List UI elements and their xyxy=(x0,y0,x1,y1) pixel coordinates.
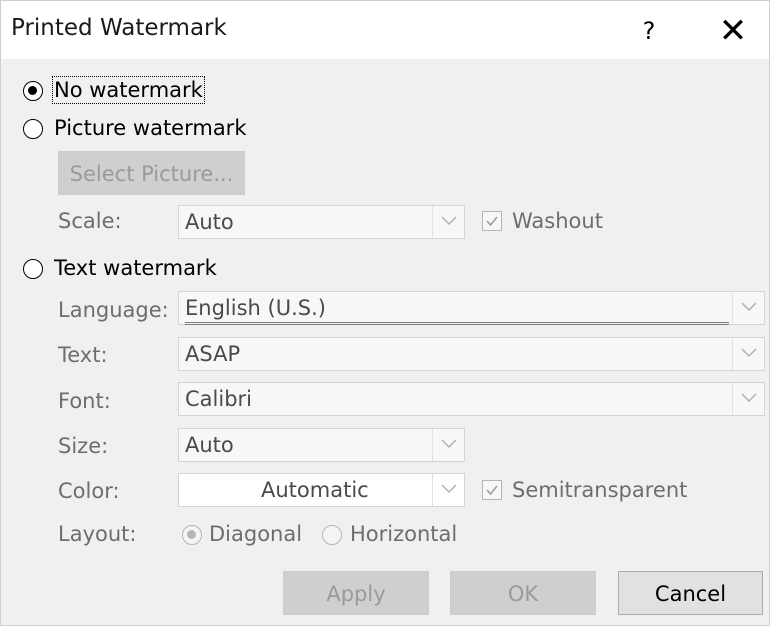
no-watermark-radio[interactable] xyxy=(23,81,43,101)
checkmark-icon xyxy=(486,216,498,227)
no-watermark-label[interactable]: No watermark xyxy=(52,76,205,104)
ok-button[interactable]: OK xyxy=(450,571,596,615)
picture-watermark-radio[interactable] xyxy=(23,119,43,139)
cancel-button[interactable]: Cancel xyxy=(618,571,763,615)
text-watermark-radio[interactable] xyxy=(23,259,43,279)
size-value: Auto xyxy=(185,433,234,457)
dialog-title: Printed Watermark xyxy=(11,15,227,41)
layout-diagonal-label: Diagonal xyxy=(209,522,303,546)
close-button[interactable]: ✕ xyxy=(713,13,753,49)
language-dropdown-arrow[interactable] xyxy=(732,292,764,324)
chevron-down-icon xyxy=(741,348,757,358)
font-value: Calibri xyxy=(185,387,252,411)
help-button[interactable]: ? xyxy=(633,13,665,49)
washout-checkbox[interactable] xyxy=(482,211,502,231)
text-value: ASAP xyxy=(185,342,241,366)
picture-watermark-label[interactable]: Picture watermark xyxy=(54,116,246,140)
font-dropdown-arrow[interactable] xyxy=(732,383,764,415)
color-dropdown-arrow[interactable] xyxy=(432,474,464,506)
layout-label: Layout: xyxy=(58,522,137,546)
checkmark-icon xyxy=(486,485,498,496)
language-value: English (U.S.) xyxy=(185,296,729,325)
title-bar: Printed Watermark ? ✕ xyxy=(1,1,769,59)
color-label: Color: xyxy=(58,479,120,503)
color-value: Automatic xyxy=(261,478,369,502)
text-label: Text: xyxy=(58,343,108,367)
scale-dropdown-arrow[interactable] xyxy=(432,206,464,238)
chevron-down-icon xyxy=(741,302,757,312)
scale-combo[interactable]: Auto xyxy=(178,205,465,239)
size-combo[interactable]: Auto xyxy=(178,428,465,462)
color-combo[interactable]: Automatic xyxy=(178,473,465,507)
text-combo[interactable]: ASAP xyxy=(178,337,765,371)
text-watermark-label[interactable]: Text watermark xyxy=(54,256,217,280)
scale-label: Scale: xyxy=(58,209,122,233)
layout-horizontal-radio[interactable] xyxy=(322,525,342,545)
size-dropdown-arrow[interactable] xyxy=(432,429,464,461)
chevron-down-icon xyxy=(441,484,457,494)
chevron-down-icon xyxy=(741,393,757,403)
select-picture-button[interactable]: Select Picture... xyxy=(58,151,245,195)
text-dropdown-arrow[interactable] xyxy=(732,338,764,370)
printed-watermark-dialog: Printed Watermark ? ✕ No watermark Pictu… xyxy=(0,0,770,626)
chevron-down-icon xyxy=(441,439,457,449)
font-label: Font: xyxy=(58,389,111,413)
chevron-down-icon xyxy=(441,216,457,226)
scale-value: Auto xyxy=(185,210,234,234)
layout-horizontal-label: Horizontal xyxy=(350,522,458,546)
language-label: Language: xyxy=(58,298,169,322)
semitransparent-label: Semitransparent xyxy=(512,478,688,502)
size-label: Size: xyxy=(58,434,109,458)
close-icon: ✕ xyxy=(718,11,748,51)
layout-diagonal-radio[interactable] xyxy=(182,525,202,545)
washout-label: Washout xyxy=(512,209,603,233)
semitransparent-checkbox[interactable] xyxy=(482,480,502,500)
language-combo[interactable]: English (U.S.) xyxy=(178,291,765,325)
font-combo[interactable]: Calibri xyxy=(178,382,765,416)
apply-button[interactable]: Apply xyxy=(283,571,429,615)
